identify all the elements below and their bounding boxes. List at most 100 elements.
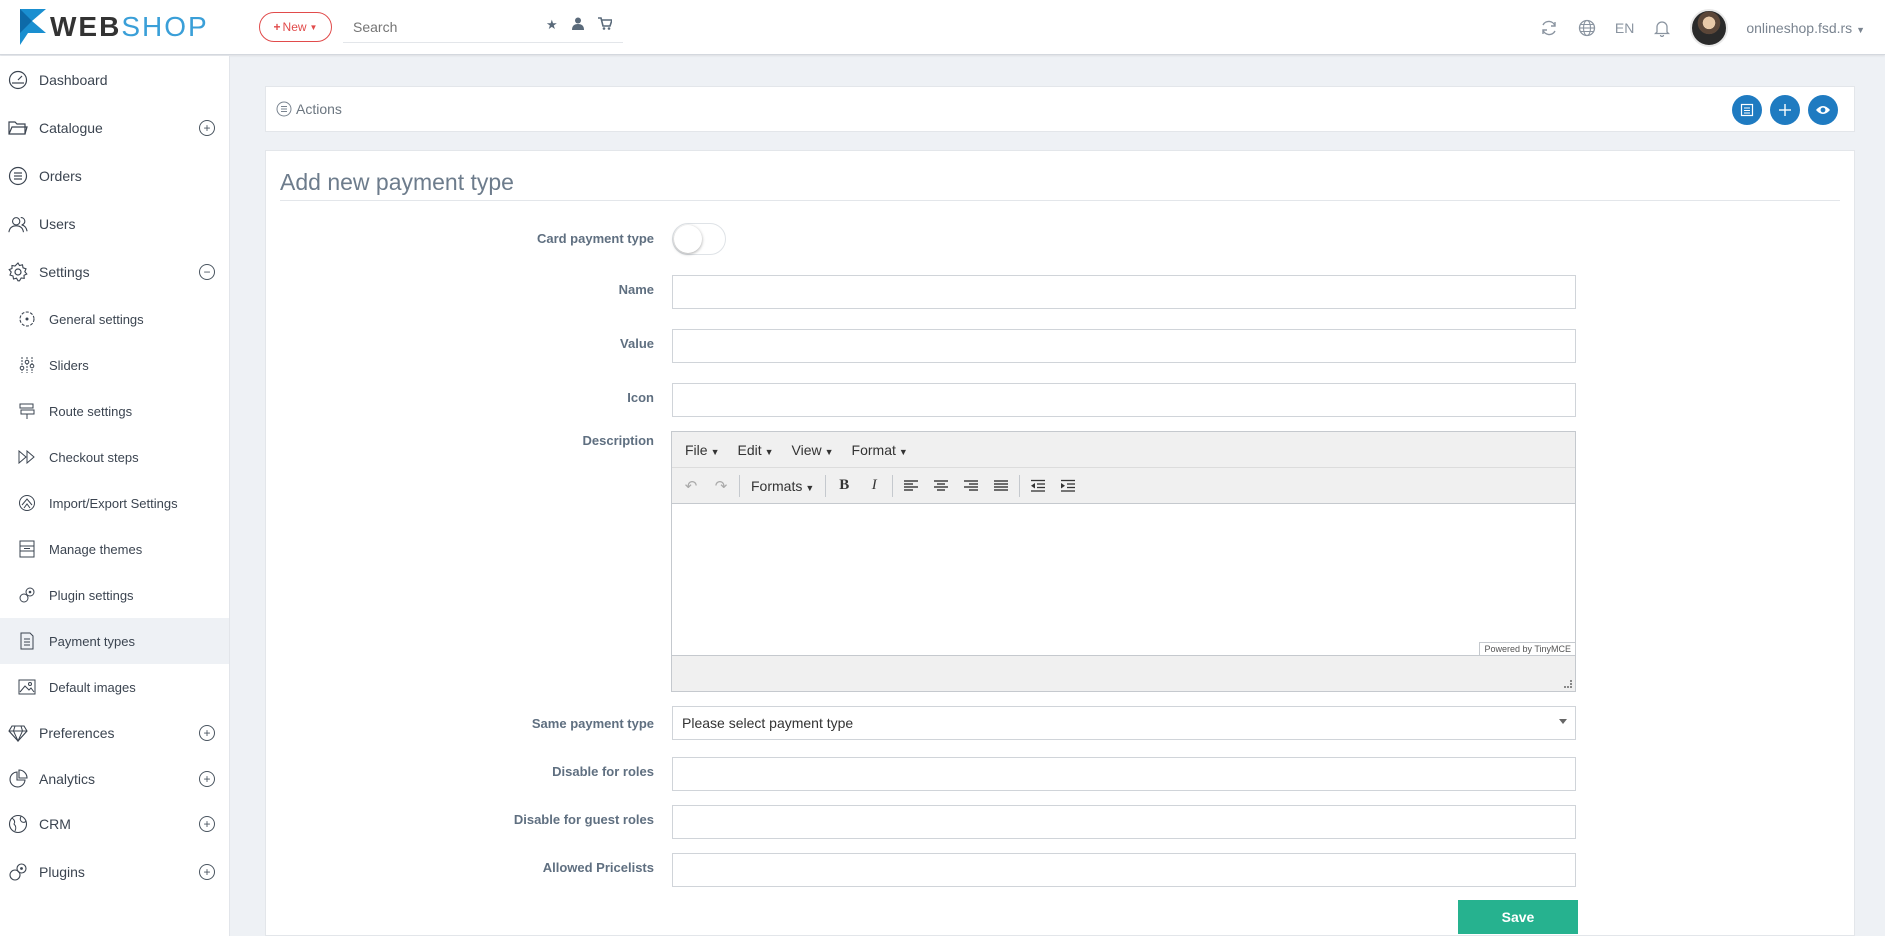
align-left-icon[interactable] [896, 472, 926, 500]
sidebar-item-analytics[interactable]: Analytics + [0, 756, 229, 802]
expand-icon[interactable]: + [199, 816, 215, 832]
caret-down-icon: ▼ [710, 446, 720, 457]
powered-by-label[interactable]: Powered by TinyMCE [1479, 642, 1575, 655]
refresh-icon[interactable] [1539, 18, 1559, 38]
formats-dropdown[interactable]: Formats ▼ [743, 478, 822, 494]
sidebar-item-label: Orders [39, 168, 82, 184]
language-switch[interactable]: EN [1615, 20, 1634, 36]
collapse-icon[interactable]: − [199, 264, 215, 280]
disable-guest-roles-field[interactable] [672, 805, 1576, 839]
disable-roles-field[interactable] [672, 757, 1576, 791]
italic-icon[interactable]: I [859, 472, 889, 500]
indent-icon[interactable] [1053, 472, 1083, 500]
editor-menubar: File ▼ Edit ▼ View ▼ Format ▼ [672, 432, 1575, 468]
same-payment-select[interactable]: Please select payment type [672, 706, 1576, 740]
toolbar-separator [739, 474, 740, 497]
sidebar-item-plugins[interactable]: Plugins + [0, 849, 229, 895]
new-button[interactable]: + New ▼ [259, 12, 332, 42]
formats-label: Formats [751, 477, 803, 494]
disable-roles-label: Disable for roles [552, 764, 654, 779]
redo-icon[interactable]: ↷ [706, 472, 736, 500]
preview-button[interactable] [1808, 95, 1838, 125]
globe-icon[interactable] [1577, 18, 1597, 38]
editor-menu-view[interactable]: View ▼ [783, 442, 843, 458]
align-right-icon[interactable] [956, 472, 986, 500]
sidebar-item-label: CRM [39, 816, 71, 832]
expand-icon[interactable]: + [199, 120, 215, 136]
editor-menu-format[interactable]: Format ▼ [843, 442, 917, 458]
bold-icon[interactable]: B [829, 472, 859, 500]
caret-down-icon: ▼ [764, 446, 774, 457]
sidebar-subitem-label: Payment types [49, 633, 135, 649]
card-payment-toggle[interactable] [672, 223, 726, 255]
undo-icon[interactable]: ↶ [676, 472, 706, 500]
sidebar-subitem-general-settings[interactable]: General settings [0, 296, 229, 342]
sidebar: Dashboard Catalogue + Orders Users Setti… [0, 56, 230, 936]
user-icon[interactable] [571, 17, 584, 33]
cart-icon[interactable] [597, 17, 613, 33]
sidebar-subitem-sliders[interactable]: Sliders [0, 342, 229, 388]
bell-icon[interactable] [1652, 18, 1672, 38]
theme-icon [18, 540, 36, 558]
actions-bar: Actions [265, 86, 1855, 132]
add-button[interactable] [1770, 95, 1800, 125]
list-icon [8, 166, 28, 186]
editor-content-area[interactable]: Powered by TinyMCE [672, 504, 1575, 655]
sidebar-item-preferences[interactable]: Preferences + [0, 710, 229, 756]
editor-menu-file[interactable]: File ▼ [676, 442, 728, 458]
name-field[interactable] [672, 275, 1576, 309]
list-view-button[interactable] [1732, 95, 1762, 125]
image-icon [18, 678, 36, 696]
sidebar-item-users[interactable]: Users [0, 201, 229, 247]
user-menu[interactable]: onlineshop.fsd.rs ▼ [1746, 20, 1865, 36]
value-field[interactable] [672, 329, 1576, 363]
expand-icon[interactable]: + [199, 864, 215, 880]
sidebar-subitem-checkout-steps[interactable]: Checkout steps [0, 434, 229, 480]
sidebar-item-settings[interactable]: Settings − [0, 249, 229, 295]
plug-icon [8, 862, 28, 882]
signpost-icon [18, 402, 36, 420]
avatar[interactable] [1690, 8, 1729, 47]
plus-icon: + [273, 20, 281, 34]
sidebar-item-label: Preferences [39, 725, 115, 741]
actions-dropdown[interactable]: Actions [276, 101, 342, 117]
expand-icon[interactable]: + [199, 771, 215, 787]
icon-label: Icon [627, 390, 654, 405]
resize-handle-icon[interactable] [1564, 680, 1572, 688]
sidebar-subitem-payment-types[interactable]: Payment types [0, 618, 229, 664]
sidebar-subitem-manage-themes[interactable]: Manage themes [0, 526, 229, 572]
webshop-logo[interactable]: WEBSHOP [20, 7, 209, 47]
globe-icon [8, 814, 28, 834]
toolbar-separator [892, 474, 894, 497]
sidebar-subitem-route-settings[interactable]: Route settings [0, 388, 229, 434]
star-icon[interactable]: ★ [546, 17, 558, 33]
sliders-icon [18, 356, 36, 374]
editor-menu-edit[interactable]: Edit ▼ [728, 442, 782, 458]
align-justify-icon[interactable] [986, 472, 1016, 500]
save-button[interactable]: Save [1458, 900, 1578, 934]
outdent-icon[interactable] [1023, 472, 1053, 500]
sidebar-subitem-label: Sliders [49, 357, 89, 373]
expand-icon[interactable]: + [199, 725, 215, 741]
search-input[interactable] [343, 13, 533, 41]
settings-circle-icon [18, 310, 36, 328]
allowed-pricelists-field[interactable] [672, 853, 1576, 887]
same-payment-label: Same payment type [531, 716, 654, 731]
sidebar-item-label: Settings [39, 264, 90, 280]
sidebar-subitem-import-export[interactable]: Import/Export Settings [0, 480, 229, 526]
sidebar-subitem-default-images[interactable]: Default images [0, 664, 229, 710]
editor-menu-label: Format [851, 441, 896, 458]
sidebar-item-orders[interactable]: Orders [0, 153, 229, 199]
eye-icon [1816, 106, 1830, 114]
icon-field[interactable] [672, 383, 1576, 417]
sidebar-subitem-plugin-settings[interactable]: Plugin settings [0, 572, 229, 618]
dashboard-icon [8, 70, 28, 90]
allowed-pricelists-label: Allowed Pricelists [542, 860, 654, 875]
sidebar-item-label: Dashboard [39, 72, 108, 88]
sidebar-item-catalogue[interactable]: Catalogue + [0, 105, 229, 151]
sidebar-item-dashboard[interactable]: Dashboard [0, 57, 229, 103]
align-center-icon[interactable] [926, 472, 956, 500]
sidebar-item-crm[interactable]: CRM + [0, 801, 229, 847]
divider [280, 200, 1840, 201]
sidebar-item-label: Users [39, 216, 76, 232]
